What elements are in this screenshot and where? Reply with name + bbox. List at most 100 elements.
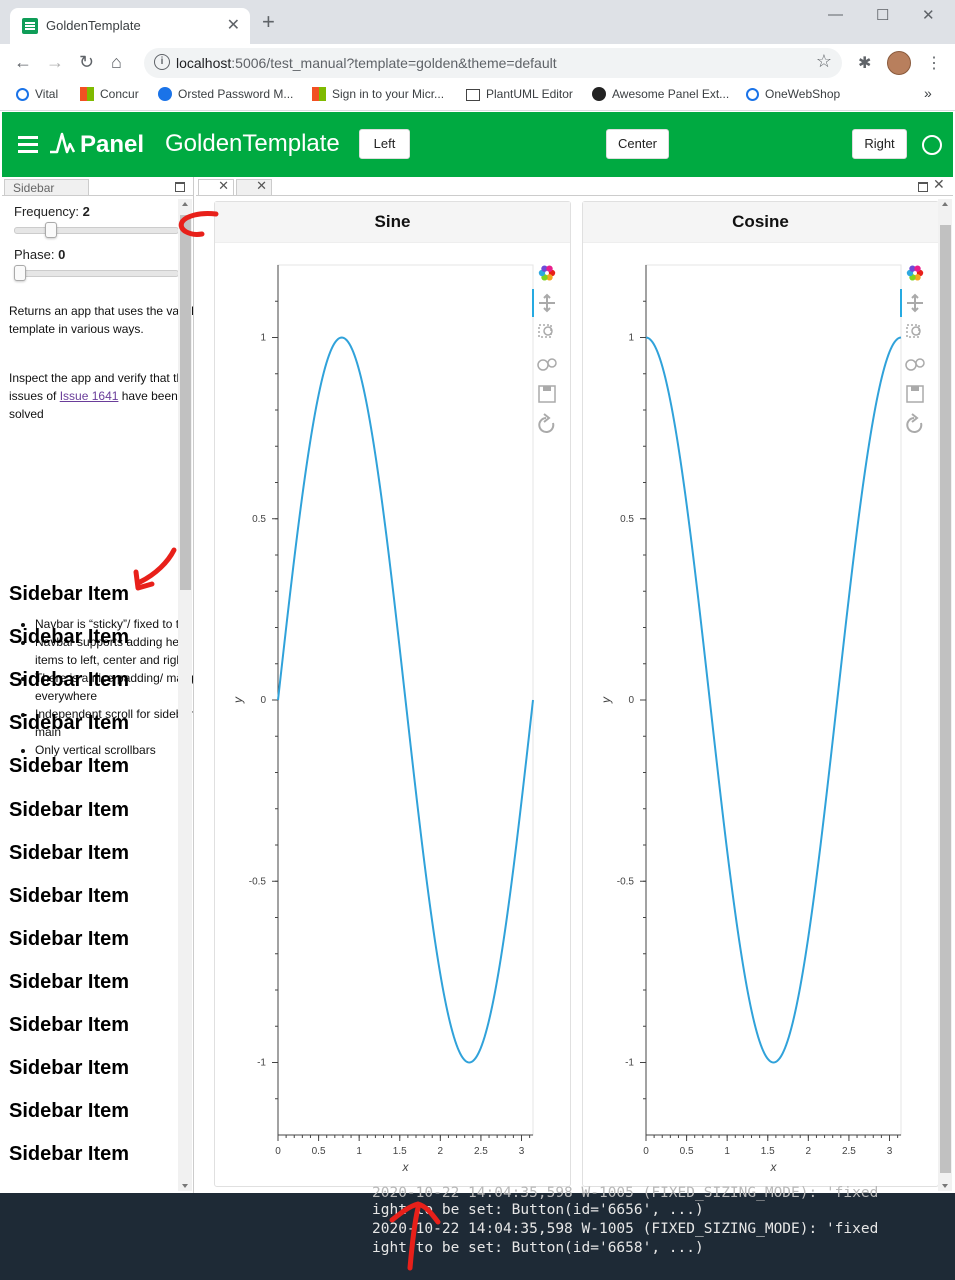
phase-slider[interactable] bbox=[14, 265, 179, 281]
issue-link[interactable]: Issue 1641 bbox=[60, 389, 119, 403]
panel-logo-icon bbox=[50, 132, 76, 154]
x-tick-label: 2 bbox=[806, 1146, 812, 1157]
wheel-zoom-tool-icon[interactable] bbox=[905, 359, 917, 371]
plot-toolbar bbox=[900, 265, 925, 433]
sidebar-item: Sidebar Item bbox=[9, 712, 130, 735]
sidebar: Sidebar Frequency: 2 Phase: 0 Returns an… bbox=[2, 177, 194, 1193]
close-tab-icon[interactable]: ✕ bbox=[218, 178, 229, 194]
frequency-label: Frequency: 2 bbox=[14, 204, 90, 219]
windows-logo-icon bbox=[80, 87, 94, 101]
sheets-favicon-icon bbox=[22, 18, 38, 34]
bookmarks-more-icon[interactable]: » bbox=[924, 85, 932, 101]
sidebar-tab[interactable]: Sidebar bbox=[4, 179, 89, 195]
x-axis-label: x bbox=[770, 1160, 778, 1174]
new-tab-icon[interactable]: + bbox=[262, 11, 275, 33]
bookmark-microsoft[interactable]: Sign in to your Micr... bbox=[312, 87, 444, 101]
frequency-slider[interactable] bbox=[14, 222, 179, 238]
bookmark-vital[interactable]: Vital bbox=[16, 87, 58, 101]
bokeh-logo-icon[interactable] bbox=[546, 265, 553, 272]
sidebar-scroll-thumb[interactable] bbox=[180, 215, 191, 590]
cosine-plot[interactable]: 0 0.5 1 1.5 2 2.5 3 -1 -0.5 0 0.5 1 x y bbox=[583, 243, 938, 1183]
main-tab-1[interactable]: ✕ bbox=[198, 178, 234, 195]
browser-tab[interactable]: GoldenTemplate ✕ bbox=[10, 8, 250, 44]
x-tick-label: 2 bbox=[438, 1146, 444, 1157]
profile-avatar[interactable] bbox=[887, 51, 911, 75]
y-tick-label: 1 bbox=[260, 333, 266, 344]
wheel-zoom-tool-icon[interactable] bbox=[547, 358, 557, 368]
back-icon[interactable]: ← bbox=[14, 52, 32, 73]
sine-plot[interactable]: 0 0.5 1 1.5 2 2.5 3 -1 -0.5 0 0.5 1 x y bbox=[215, 243, 570, 1183]
x-tick-label: 0.5 bbox=[680, 1146, 694, 1157]
x-tick-label: 1.5 bbox=[761, 1146, 775, 1157]
y-axis-label: y bbox=[231, 696, 245, 704]
windows-logo-icon bbox=[312, 87, 326, 101]
card-header: Sine bbox=[215, 202, 570, 243]
extensions-icon[interactable]: ✱ bbox=[858, 53, 871, 73]
main-scrollbar[interactable] bbox=[938, 199, 952, 1191]
bookmark-onewebshop[interactable]: OneWebShop bbox=[746, 87, 840, 101]
sidebar-item: Sidebar Item bbox=[9, 1057, 130, 1080]
phase-slider-handle[interactable] bbox=[14, 265, 26, 281]
bookmark-star-icon[interactable]: ☆ bbox=[816, 51, 832, 72]
home-icon[interactable]: ⌂ bbox=[111, 52, 122, 73]
site-info-icon[interactable]: i bbox=[154, 54, 170, 70]
bookmark-awesome-panel[interactable]: Awesome Panel Ext... bbox=[592, 87, 729, 101]
sidebar-item: Sidebar Item bbox=[9, 884, 130, 907]
scroll-down-icon[interactable] bbox=[942, 1184, 948, 1188]
y-tick-label: -1 bbox=[625, 1058, 634, 1069]
center-button[interactable]: Center bbox=[606, 129, 669, 159]
scroll-up-icon[interactable] bbox=[942, 202, 948, 206]
left-button[interactable]: Left bbox=[359, 129, 410, 159]
address-bar[interactable]: i localhost:5006/test_manual?template=go… bbox=[144, 48, 842, 78]
forward-icon[interactable]: → bbox=[46, 52, 64, 73]
sidebar-item: Sidebar Item bbox=[9, 841, 130, 864]
menu-icon[interactable]: ⋮ bbox=[926, 53, 942, 73]
app-title: GoldenTemplate bbox=[165, 130, 340, 157]
close-tab-icon[interactable]: ✕ bbox=[256, 178, 267, 194]
maximize-pane-icon[interactable] bbox=[918, 182, 928, 192]
busy-indicator-icon bbox=[922, 135, 942, 155]
card-header: Cosine bbox=[583, 202, 938, 243]
x-axis-label: x bbox=[402, 1160, 410, 1174]
close-tab-icon[interactable]: ✕ bbox=[227, 15, 240, 35]
phase-label: Phase: 0 bbox=[14, 247, 66, 262]
bookmark-concur[interactable]: Concur bbox=[80, 87, 139, 101]
save-tool-icon[interactable] bbox=[543, 386, 551, 391]
bokeh-logo-icon[interactable] bbox=[914, 265, 921, 272]
pan-tool-icon[interactable] bbox=[539, 293, 555, 313]
main-scroll-thumb[interactable] bbox=[940, 225, 951, 1173]
maximize-pane-icon[interactable] bbox=[175, 182, 185, 192]
x-tick-label: 3 bbox=[887, 1146, 893, 1157]
y-tick-label: -0.5 bbox=[617, 876, 635, 887]
sidebar-item: Sidebar Item bbox=[9, 1100, 130, 1123]
x-tick-label: 1.5 bbox=[393, 1146, 407, 1157]
bookmark-plantuml[interactable]: PlantUML Editor bbox=[466, 87, 573, 101]
sidebar-item: Sidebar Item bbox=[9, 755, 130, 778]
wheel-zoom-tool-icon[interactable] bbox=[915, 358, 925, 368]
scroll-up-icon[interactable] bbox=[182, 202, 188, 206]
minimize-icon[interactable]: — bbox=[828, 6, 843, 23]
pan-tool-icon[interactable] bbox=[907, 293, 923, 313]
reload-icon[interactable]: ↻ bbox=[79, 52, 94, 73]
close-window-icon[interactable]: ✕ bbox=[922, 6, 935, 24]
y-tick-label: 0.5 bbox=[620, 514, 634, 525]
close-pane-icon[interactable]: ✕ bbox=[933, 177, 945, 193]
frequency-slider-handle[interactable] bbox=[44, 222, 57, 238]
main-tab-2[interactable]: ✕ bbox=[236, 178, 272, 195]
wheel-zoom-tool-icon[interactable] bbox=[537, 359, 549, 371]
scroll-down-icon[interactable] bbox=[182, 1184, 188, 1188]
bookmark-orsted[interactable]: Orsted Password M... bbox=[158, 87, 293, 101]
sidebar-scrollbar[interactable] bbox=[178, 199, 192, 1191]
hamburger-menu-icon[interactable] bbox=[18, 136, 38, 139]
y-tick-label: 0 bbox=[260, 695, 266, 706]
save-tool-icon[interactable] bbox=[911, 386, 919, 391]
annotation-overlay bbox=[389, 1201, 441, 1271]
x-tick-label: 2.5 bbox=[474, 1146, 488, 1157]
x-tick-label: 1 bbox=[356, 1146, 362, 1157]
x-tick-label: 0.5 bbox=[312, 1146, 326, 1157]
plantuml-icon bbox=[466, 89, 480, 101]
x-tick-label: 0 bbox=[275, 1146, 281, 1157]
maximize-icon[interactable]: ☐ bbox=[876, 6, 889, 24]
right-button[interactable]: Right bbox=[852, 129, 907, 159]
bookmarks-bar: Vital Concur Orsted Password M... Sign i… bbox=[0, 82, 955, 111]
